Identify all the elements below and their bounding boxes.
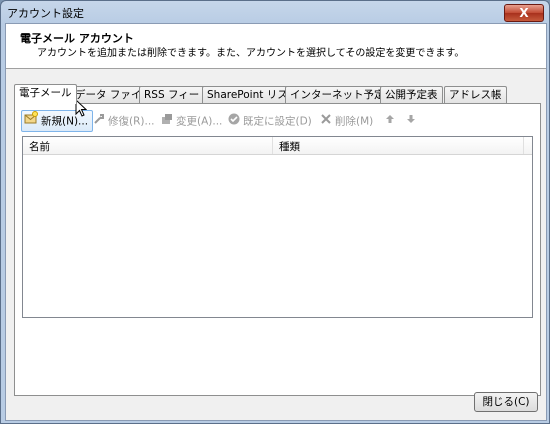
arrow-up-icon [385, 113, 395, 129]
move-down-button[interactable] [406, 113, 419, 129]
list-header: 名前 種類 [23, 137, 532, 155]
move-up-button[interactable] [385, 113, 398, 129]
column-separator[interactable] [523, 137, 524, 154]
change-button[interactable]: 変更(A)... [161, 113, 222, 129]
window-title: アカウント設定 [7, 7, 84, 20]
email-tab-panel: 新規(N)... 修復(R)... 変更(A)... 既定に設定(D) 削除(M… [14, 103, 541, 396]
tab-address-books[interactable]: アドレス帳 [444, 86, 507, 103]
repair-button[interactable]: 修復(R)... [93, 113, 155, 129]
close-button[interactable]: 閉じる(C) [474, 392, 538, 412]
title-bar[interactable]: アカウント設定 X [1, 1, 549, 23]
arrow-down-icon [406, 113, 416, 129]
account-list[interactable]: 名前 種類 [22, 136, 533, 318]
new-account-icon [24, 111, 38, 132]
dialog-header: 電子メール アカウント アカウントを追加または削除できます。また、アカウントを選… [6, 24, 546, 69]
change-icon [161, 113, 173, 130]
set-default-button[interactable]: 既定に設定(D) [228, 113, 312, 129]
delete-button[interactable]: 削除(M) [320, 113, 373, 129]
delete-button-label: 削除(M) [335, 115, 374, 128]
account-settings-window: アカウント設定 X 電子メール アカウント アカウントを追加または削除できます。… [0, 0, 550, 424]
column-header-type[interactable]: 種類 [279, 139, 300, 154]
mouse-cursor-icon [75, 98, 88, 121]
wrench-icon [93, 113, 105, 130]
dialog-client-area: 電子メール アカウント アカウントを追加または削除できます。また、アカウントを選… [5, 23, 547, 421]
checkmark-circle-icon [228, 113, 240, 130]
delete-x-icon [320, 113, 332, 130]
column-header-name[interactable]: 名前 [29, 139, 50, 154]
header-description: アカウントを追加または削除できます。また、アカウントを選択してその設定を変更でき… [37, 48, 465, 59]
column-separator[interactable] [272, 137, 273, 154]
tab-published-calendars[interactable]: 公開予定表 [380, 86, 443, 103]
set-default-button-label: 既定に設定(D) [243, 115, 312, 128]
tab-email[interactable]: 電子メール [14, 84, 77, 104]
repair-button-label: 修復(R)... [108, 115, 155, 128]
change-button-label: 変更(A)... [176, 115, 223, 128]
window-close-button[interactable]: X [504, 4, 544, 22]
